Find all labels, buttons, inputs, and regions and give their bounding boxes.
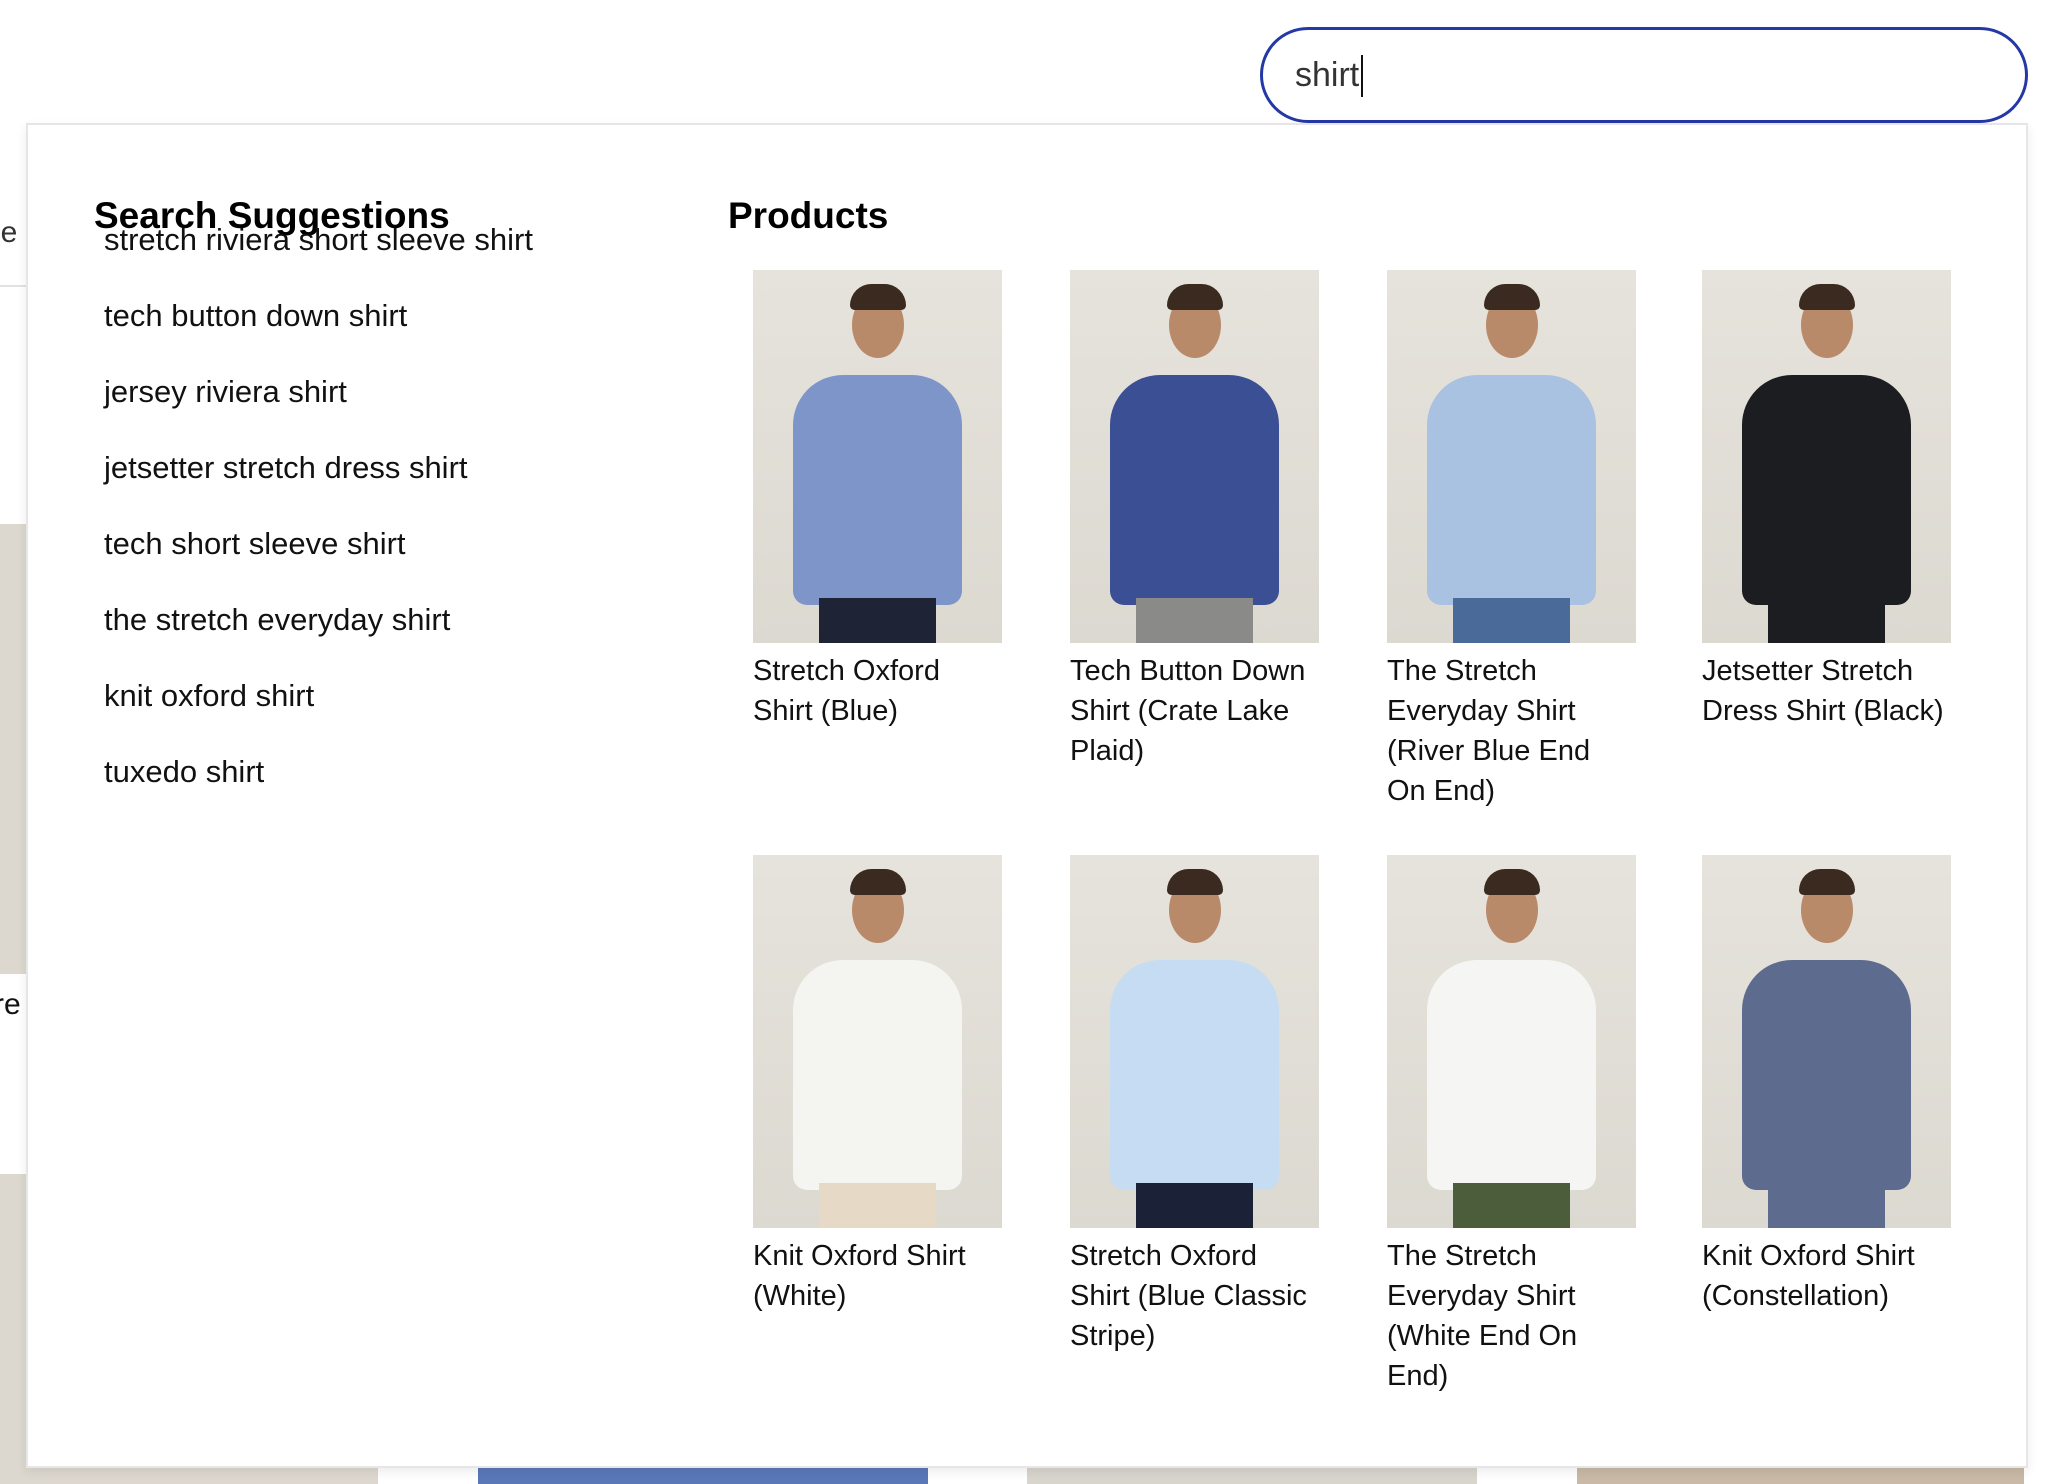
- product-card[interactable]: The Stretch Everyday Shirt (White End On…: [1387, 855, 1636, 1396]
- product-image[interactable]: [1702, 855, 1951, 1228]
- shirt-shape: [1110, 960, 1279, 1190]
- background-partial-text: re: [0, 988, 21, 1021]
- product-image[interactable]: [1387, 270, 1636, 643]
- model-hair: [1484, 869, 1540, 895]
- product-name[interactable]: Jetsetter Stretch Dress Shirt (Black): [1702, 651, 1951, 731]
- model-hair: [850, 869, 906, 895]
- model-hair: [1167, 284, 1223, 310]
- model-hair: [850, 284, 906, 310]
- product-card[interactable]: Stretch Oxford Shirt (Blue Classic Strip…: [1070, 855, 1319, 1356]
- search-dropdown: Search Suggestions stretch riviera short…: [26, 123, 2028, 1468]
- product-card[interactable]: Knit Oxford Shirt (Constellation): [1702, 855, 1951, 1316]
- product-image[interactable]: [1387, 855, 1636, 1228]
- background-divider: [0, 285, 26, 287]
- product-image[interactable]: [1070, 270, 1319, 643]
- product-name[interactable]: Knit Oxford Shirt (Constellation): [1702, 1236, 1951, 1316]
- product-image[interactable]: [1070, 855, 1319, 1228]
- suggestion-item[interactable]: tuxedo shirt: [104, 754, 264, 790]
- shirt-shape: [1110, 375, 1279, 605]
- product-name[interactable]: Stretch Oxford Shirt (Blue Classic Strip…: [1070, 1236, 1319, 1356]
- shirt-shape: [793, 375, 962, 605]
- pants-shape: [1136, 1183, 1253, 1228]
- product-card[interactable]: The Stretch Everyday Shirt (River Blue E…: [1387, 270, 1636, 811]
- shirt-shape: [1427, 375, 1596, 605]
- product-card[interactable]: Tech Button Down Shirt (Crate Lake Plaid…: [1070, 270, 1319, 771]
- model-hair: [1484, 284, 1540, 310]
- product-name[interactable]: Knit Oxford Shirt (White): [753, 1236, 1002, 1316]
- suggestion-item[interactable]: jetsetter stretch dress shirt: [104, 450, 468, 486]
- pants-shape: [1768, 1183, 1885, 1228]
- pants-shape: [1768, 598, 1885, 643]
- products-heading: Products: [728, 195, 889, 236]
- product-image[interactable]: [753, 270, 1002, 643]
- background-partial-text: le: [0, 216, 18, 249]
- product-name[interactable]: Tech Button Down Shirt (Crate Lake Plaid…: [1070, 651, 1319, 771]
- suggestion-item[interactable]: tech short sleeve shirt: [104, 526, 406, 562]
- suggestion-item[interactable]: stretch riviera short sleeve shirt: [104, 222, 533, 258]
- text-caret: [1361, 55, 1363, 97]
- search-box[interactable]: [1260, 27, 2028, 123]
- model-hair: [1799, 869, 1855, 895]
- suggestion-item[interactable]: jersey riviera shirt: [104, 374, 347, 410]
- shirt-shape: [1742, 375, 1911, 605]
- pants-shape: [1453, 1183, 1570, 1228]
- model-hair: [1799, 284, 1855, 310]
- product-card[interactable]: Jetsetter Stretch Dress Shirt (Black): [1702, 270, 1951, 731]
- pants-shape: [1136, 598, 1253, 643]
- background-image: [0, 524, 26, 974]
- shirt-shape: [1427, 960, 1596, 1190]
- suggestion-item[interactable]: knit oxford shirt: [104, 678, 314, 714]
- suggestion-item[interactable]: tech button down shirt: [104, 298, 407, 334]
- product-card[interactable]: Stretch Oxford Shirt (Blue): [753, 270, 1002, 731]
- pants-shape: [819, 598, 936, 643]
- product-image[interactable]: [753, 855, 1002, 1228]
- background-image: [0, 1174, 26, 1484]
- model-hair: [1167, 869, 1223, 895]
- product-name[interactable]: Stretch Oxford Shirt (Blue): [753, 651, 1002, 731]
- shirt-shape: [1742, 960, 1911, 1190]
- shirt-shape: [793, 960, 962, 1190]
- product-name[interactable]: The Stretch Everyday Shirt (River Blue E…: [1387, 651, 1636, 811]
- pants-shape: [1453, 598, 1570, 643]
- product-name[interactable]: The Stretch Everyday Shirt (White End On…: [1387, 1236, 1636, 1396]
- search-input[interactable]: [1295, 30, 1995, 120]
- product-image[interactable]: [1702, 270, 1951, 643]
- suggestion-item[interactable]: the stretch everyday shirt: [104, 602, 450, 638]
- pants-shape: [819, 1183, 936, 1228]
- product-card[interactable]: Knit Oxford Shirt (White): [753, 855, 1002, 1316]
